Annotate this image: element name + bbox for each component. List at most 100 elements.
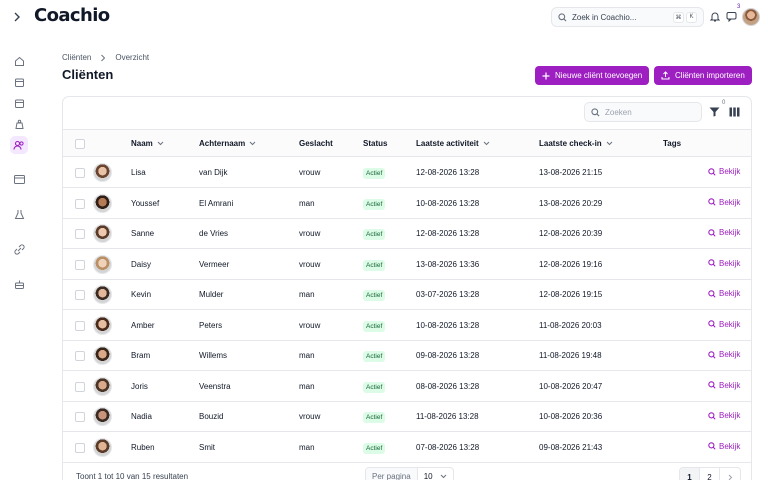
- table-row[interactable]: Bram Willems man Actief 09-08-2026 13:28 11-0…: [63, 341, 751, 371]
- status-badge: Actief: [363, 168, 386, 179]
- page-1-button[interactable]: 1: [680, 468, 700, 480]
- column-header-achternaam[interactable]: Achternaam: [199, 139, 256, 148]
- table-row[interactable]: Ruben Smit man Actief 07-08-2026 13:28 09-08-…: [63, 433, 751, 463]
- sidebar-item-weight[interactable]: [10, 115, 28, 133]
- table-row[interactable]: Nadia Bouzid vrouw Actief 11-08-2026 13:28 10…: [63, 402, 751, 432]
- sidebar-item-clients[interactable]: [10, 136, 28, 154]
- row-checkbox[interactable]: [75, 320, 85, 331]
- import-clients-button[interactable]: Cliënten importeren: [654, 66, 752, 85]
- table-row[interactable]: Joris Veenstra man Actief 08-08-2026 13:28 10…: [63, 372, 751, 402]
- next-page-button[interactable]: [720, 468, 740, 480]
- last-checkin-cell: 12-08-2026 19:15: [539, 290, 603, 299]
- page-2-button[interactable]: 2: [700, 468, 720, 480]
- column-label: Tags: [663, 139, 682, 148]
- add-client-button[interactable]: Nieuwe cliënt toevoegen: [535, 66, 650, 85]
- last-name-cell: Bouzid: [199, 412, 224, 421]
- last-activity-cell: 10-08-2026 13:28: [416, 320, 480, 330]
- row-checkbox[interactable]: [75, 290, 85, 300]
- last-activity-cell: 11-08-2026 13:28: [416, 412, 479, 421]
- per-page-select[interactable]: Per pagina 10: [365, 467, 454, 480]
- last-checkin-cell: 13-08-2026 20:29: [539, 198, 603, 208]
- table-row[interactable]: Daisy Vermeer vrouw Actief 13-08-2026 13:36 1…: [63, 250, 751, 280]
- row-checkbox[interactable]: [75, 412, 85, 422]
- first-name-cell: Ruben: [131, 442, 155, 452]
- client-avatar: [93, 193, 112, 213]
- columns-icon[interactable]: [729, 107, 740, 117]
- row-checkbox[interactable]: [75, 229, 85, 239]
- gender-cell: vrouw: [299, 168, 321, 177]
- bell-icon[interactable]: [710, 11, 720, 22]
- table-row[interactable]: Kevin Mulder man Actief 03-07-2026 13:28 12-0…: [63, 280, 751, 310]
- sidebar-item-payments[interactable]: [10, 170, 28, 188]
- last-checkin-cell: 11-08-2026 20:03: [539, 320, 602, 330]
- sidebar-item-home[interactable]: [10, 52, 28, 70]
- last-activity-cell: 07-08-2026 13:28: [416, 442, 480, 452]
- sidebar-item-nutrition[interactable]: [10, 275, 28, 293]
- sidebar-item-calendar[interactable]: [10, 73, 28, 91]
- view-label: Bekijk: [719, 350, 741, 359]
- credit-card-icon: [13, 174, 25, 184]
- column-header-naam[interactable]: Naam: [131, 139, 164, 148]
- chevron-down-icon: [157, 141, 164, 146]
- gender-cell: man: [299, 442, 315, 452]
- table-row[interactable]: Youssef El Amrani man Actief 10-08-2026 13:2…: [63, 189, 751, 219]
- table-search-placeholder: Zoeken: [605, 107, 632, 117]
- table-row[interactable]: Amber Peters vrouw Actief 10-08-2026 13:28 11…: [63, 311, 751, 341]
- global-search-input[interactable]: Zoek in Coachio... ⌘ K: [551, 7, 704, 27]
- column-header-laatste-check-in[interactable]: Laatste check-in: [539, 139, 613, 148]
- row-checkbox[interactable]: [75, 259, 85, 270]
- view-client-link[interactable]: Bekijk: [708, 350, 740, 359]
- status-badge: Actief: [363, 442, 386, 454]
- table-row[interactable]: Sanne de Vries vrouw Actief 12-08-2026 13:28…: [63, 219, 751, 249]
- app-logo[interactable]: Coachio: [34, 5, 110, 26]
- row-checkbox[interactable]: [75, 168, 85, 178]
- view-client-link[interactable]: Bekijk: [708, 381, 740, 390]
- column-header-laatste-activiteit[interactable]: Laatste activiteit: [416, 139, 490, 148]
- filter-icon[interactable]: [709, 107, 720, 117]
- row-checkbox[interactable]: [75, 381, 85, 392]
- status-badge: Actief: [363, 259, 386, 271]
- cake-icon: [14, 280, 24, 289]
- status-badge: Actief: [363, 290, 386, 301]
- sidebar-item-schedule[interactable]: [10, 94, 28, 112]
- table-row[interactable]: Lisa van Dijk vrouw Actief 12-08-2026 13:28 1…: [63, 158, 751, 188]
- breadcrumb-clients[interactable]: Cliënten: [62, 53, 91, 62]
- view-client-link[interactable]: Bekijk: [708, 167, 740, 176]
- select-all-checkbox[interactable]: [75, 139, 85, 149]
- last-activity-cell: 13-08-2026 13:36: [416, 259, 480, 269]
- chevron-right-icon[interactable]: [12, 11, 22, 23]
- search-icon: [708, 167, 716, 176]
- first-name-cell: Bram: [131, 351, 151, 360]
- view-client-link[interactable]: Bekijk: [708, 228, 740, 237]
- sidebar-item-integrations[interactable]: [10, 240, 28, 258]
- chat-icon[interactable]: [726, 11, 737, 22]
- column-label: Status: [363, 139, 388, 148]
- chevron-right-icon: [101, 54, 106, 61]
- view-client-link[interactable]: Bekijk: [708, 411, 740, 420]
- view-client-link[interactable]: Bekijk: [708, 198, 740, 207]
- sidebar-item-lab[interactable]: [10, 205, 28, 223]
- client-avatar: [93, 254, 112, 274]
- search-icon: [708, 320, 716, 328]
- chevron-down-icon: [440, 474, 446, 478]
- results-summary: Toont 1 tot 10 van 15 resultaten: [76, 472, 189, 480]
- table-search-input[interactable]: Zoeken: [584, 102, 702, 122]
- gender-cell: vrouw: [299, 320, 321, 330]
- view-client-link[interactable]: Bekijk: [708, 320, 740, 329]
- view-client-link[interactable]: Bekijk: [708, 259, 740, 268]
- first-name-cell: Joris: [131, 381, 148, 391]
- last-activity-cell: 12-08-2026 13:28: [416, 229, 480, 238]
- gender-cell: vrouw: [299, 229, 321, 238]
- view-client-link[interactable]: Bekijk: [708, 289, 740, 298]
- row-checkbox[interactable]: [75, 198, 85, 209]
- view-client-link[interactable]: Bekijk: [708, 442, 740, 451]
- row-checkbox[interactable]: [75, 351, 85, 361]
- first-name-cell: Nadia: [131, 412, 152, 421]
- chevron-down-icon: [606, 141, 613, 146]
- row-checkbox[interactable]: [75, 442, 85, 453]
- column-header-tags: Tags: [663, 139, 681, 148]
- user-avatar[interactable]: [742, 8, 760, 26]
- per-page-number: 10: [423, 471, 433, 480]
- per-page-value[interactable]: 10: [418, 468, 453, 480]
- status-badge: Actief: [363, 229, 386, 240]
